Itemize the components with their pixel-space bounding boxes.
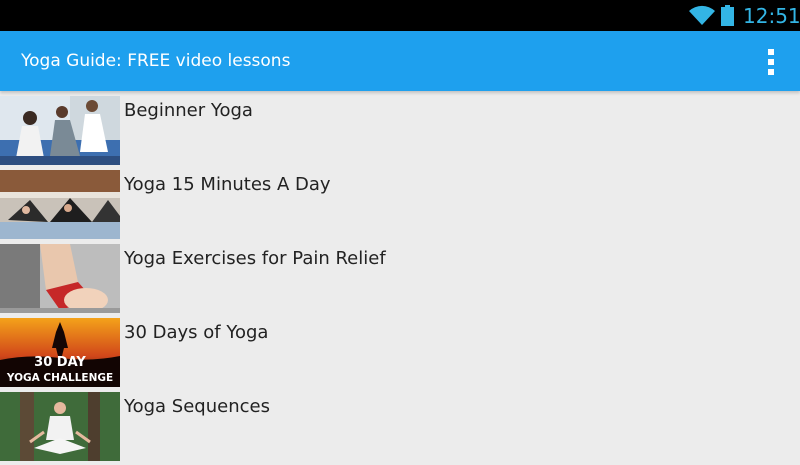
list-item[interactable]: 30 DAY YOGA CHALLENGE 30 Days of Yoga [0,317,800,391]
status-bar: 12:51 [0,0,800,31]
list-item[interactable]: Beginner Yoga [0,95,800,169]
status-clock: 12:51 [743,4,800,28]
wifi-icon [689,5,715,26]
yoga-15-minutes-thumbnail [0,170,120,239]
lesson-title: Yoga Exercises for Pain Relief [124,248,386,269]
thumbnail-text: YOGA CHALLENGE [6,372,113,384]
list-item[interactable]: Yoga Exercises for Pain Relief [0,243,800,317]
lesson-title: 30 Days of Yoga [124,322,269,343]
yoga-sequences-thumbnail [0,392,120,461]
list-item[interactable]: Yoga 15 Minutes A Day [0,169,800,243]
battery-icon [721,5,734,26]
lesson-list: Beginner Yoga Yoga 15 Minutes A Day Yoga… [0,95,800,465]
app-title: Yoga Guide: FREE video lessons [21,51,291,71]
thumbnail-text: 30 DAY [34,355,86,370]
lesson-title: Yoga Sequences [124,396,270,417]
list-item[interactable]: Yoga Sequences [0,391,800,465]
30-day-challenge-thumbnail: 30 DAY YOGA CHALLENGE [0,318,120,387]
action-bar: Yoga Guide: FREE video lessons [0,31,800,91]
beginner-yoga-thumbnail [0,96,120,165]
overflow-menu-icon[interactable] [756,47,786,77]
lesson-title: Yoga 15 Minutes A Day [124,174,331,195]
lesson-title: Beginner Yoga [124,100,253,121]
pain-relief-thumbnail [0,244,120,313]
